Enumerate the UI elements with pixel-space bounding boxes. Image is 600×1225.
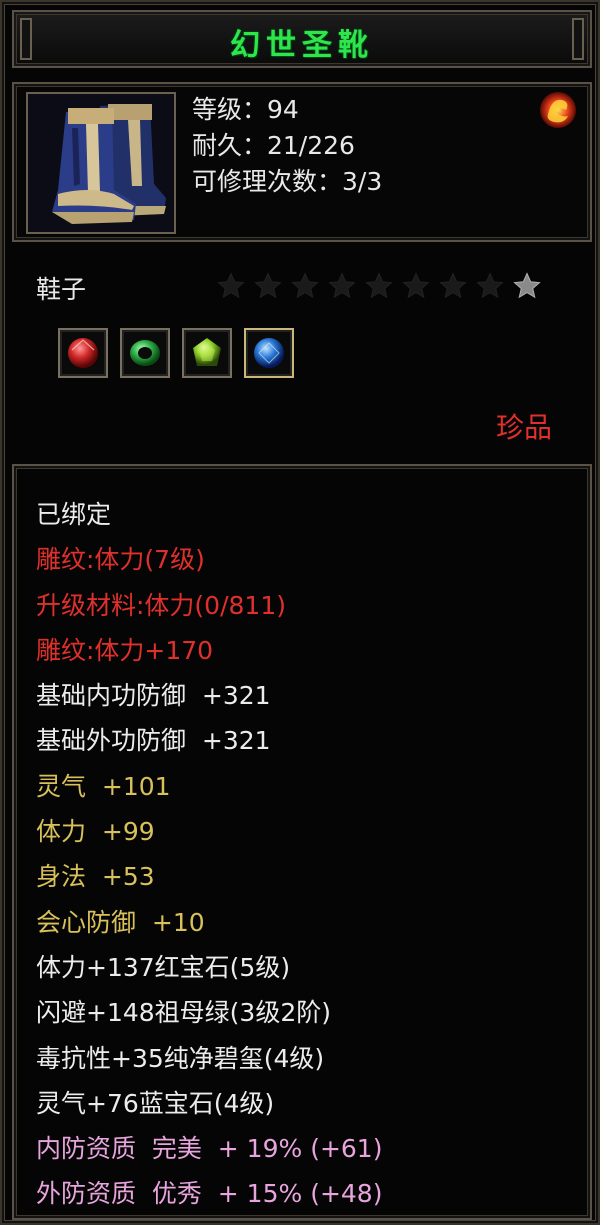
item-type: 鞋子 — [36, 275, 87, 304]
gem-slot-2[interactable] — [120, 328, 170, 378]
star-empty-icon — [323, 268, 360, 304]
emerald-ring-icon — [130, 340, 160, 366]
stat-line: 基础内功防御 +321 — [36, 681, 271, 711]
stat-line: 基础外功防御 +321 — [36, 726, 271, 756]
title-bar: 幻世圣靴 — [12, 10, 592, 68]
star-rating — [212, 268, 545, 304]
stats-panel: 已绑定雕纹:体力(7级) 升级材料:体力(0/811) 雕纹:体力+170 基础内功防… — [12, 464, 592, 1220]
star-empty-icon — [360, 268, 397, 304]
star-empty-icon — [434, 268, 471, 304]
stat-line: 灵气 +101 — [36, 771, 171, 801]
stat-line: 已绑定 — [36, 500, 112, 529]
item-level: 等级：94 — [192, 95, 299, 124]
rarity-label: 珍品 — [495, 411, 552, 444]
stat-line: 毒抗性+35纯净碧玺(4级) — [36, 1043, 325, 1073]
stat-line: 雕纹:体力+170 — [36, 635, 214, 665]
gem-slot-1[interactable] — [58, 328, 108, 378]
star-empty-icon — [471, 268, 508, 304]
item-header: 等级：94 耐久：21/226 可修理次数：3/3 — [12, 82, 592, 242]
stat-line: 内防资质 完美 + 19% (+61) — [36, 1134, 383, 1164]
gem-slot-3[interactable] — [182, 328, 232, 378]
stat-line: 灵气+76蓝宝石(4级) — [36, 1088, 275, 1118]
star-empty-icon — [249, 268, 286, 304]
fire-emblem-icon — [538, 90, 578, 130]
stat-line: 身法 +53 — [36, 862, 155, 892]
item-durability: 耐久：21/226 — [192, 131, 355, 160]
stat-line: 会心防御 +10 — [36, 907, 205, 937]
stat-line: 雕纹:体力(7级) — [36, 545, 205, 575]
item-repair-count: 可修理次数：3/3 — [192, 167, 383, 196]
red-gem-icon — [68, 338, 98, 368]
stat-line: 升级材料:体力(0/811) — [36, 590, 286, 620]
stat-line: 外防资质 优秀 + 15% (+48) — [36, 1179, 383, 1209]
stat-line: 闪避+148祖母绿(3级2阶) — [36, 998, 331, 1028]
gem-sockets — [58, 328, 294, 378]
gem-slot-4[interactable] — [244, 328, 294, 378]
green-jade-icon — [193, 338, 221, 366]
blue-sapphire-icon — [254, 338, 284, 368]
stats-list: 已绑定雕纹:体力(7级) 升级材料:体力(0/811) 雕纹:体力+170 基础内功防… — [36, 492, 382, 1217]
boots-icon — [26, 92, 176, 234]
item-name: 幻世圣靴 — [230, 28, 374, 63]
star-filled-icon — [508, 268, 545, 304]
star-empty-icon — [212, 268, 249, 304]
star-empty-icon — [397, 268, 434, 304]
stat-line: 体力 +99 — [36, 817, 155, 847]
stat-line: 体力+137红宝石(5级) — [36, 952, 291, 982]
item-tooltip: 幻世圣靴 等级：94 耐久：21/226 可修理次数：3/3 鞋子 珍品 已绑定… — [0, 0, 600, 1225]
star-empty-icon — [286, 268, 323, 304]
